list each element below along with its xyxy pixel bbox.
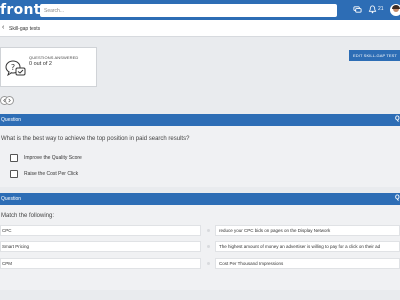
back-arrow-icon[interactable]: ‹ [2, 24, 4, 31]
page-title: Skill-gap tests [9, 26, 41, 32]
match-left-item[interactable]: CPM [0, 258, 201, 269]
bell-icon[interactable] [368, 5, 377, 14]
match-right-item[interactable]: Cost Per Thousand Impressions [215, 258, 400, 269]
breadcrumb: ‹ Skill-gap tests [0, 20, 400, 37]
edit-skill-gap-test-button[interactable]: EDIT SKILL-GAP TEST [349, 50, 400, 61]
match-connector-dot[interactable] [207, 262, 210, 265]
question-mark-icon: Q [395, 195, 400, 201]
match-right-item[interactable]: reduce your CPC bids on pages on the Dis… [215, 225, 400, 236]
card-label: QUESTIONS ANSWERED [29, 55, 79, 60]
option-label: Improve the Quality Score [24, 155, 82, 161]
option-raise-cost-per-click[interactable]: Raise the Cost Per Click [10, 170, 78, 178]
question-header-label: Question [1, 196, 22, 202]
chat-icon[interactable] [353, 5, 362, 14]
match-left-item[interactable]: Smart Pricing [0, 241, 201, 252]
option-improve-quality-score[interactable]: Improve the Quality Score [10, 154, 82, 162]
question-mark-icon: Q [395, 116, 400, 122]
app-logo[interactable]: front [0, 2, 41, 18]
option-label: Raise the Cost Per Click [24, 171, 79, 177]
card-value: 0 out of 2 [29, 61, 52, 67]
checkbox[interactable] [10, 170, 18, 178]
search-input[interactable] [40, 4, 337, 17]
questions-answered-card: ? QUESTIONS ANSWERED 0 out of 2 [0, 47, 97, 87]
next-circle-icon[interactable] [5, 96, 14, 105]
match-left-item[interactable]: CPC [0, 225, 201, 236]
match-connector-dot[interactable] [207, 245, 210, 248]
svg-text:?: ? [11, 63, 15, 72]
question-1-text: What is the best way to achieve the top … [1, 136, 190, 142]
top-navigation-bar: front 21 [0, 0, 400, 20]
match-connector-dot[interactable] [207, 229, 210, 232]
question-2-text: Match the following: [1, 213, 55, 219]
question-1-header: Question Q [0, 114, 400, 126]
checkbox[interactable] [10, 154, 18, 162]
match-right-item[interactable]: The highest amount of money an advertise… [215, 241, 400, 252]
question-bubbles-icon: ? [4, 58, 26, 78]
page-footer-background [0, 290, 400, 300]
question-header-label: Question [1, 117, 22, 123]
question-2-header: Question Q [0, 193, 400, 205]
notification-count: 21 [378, 6, 384, 12]
avatar[interactable] [390, 4, 400, 16]
